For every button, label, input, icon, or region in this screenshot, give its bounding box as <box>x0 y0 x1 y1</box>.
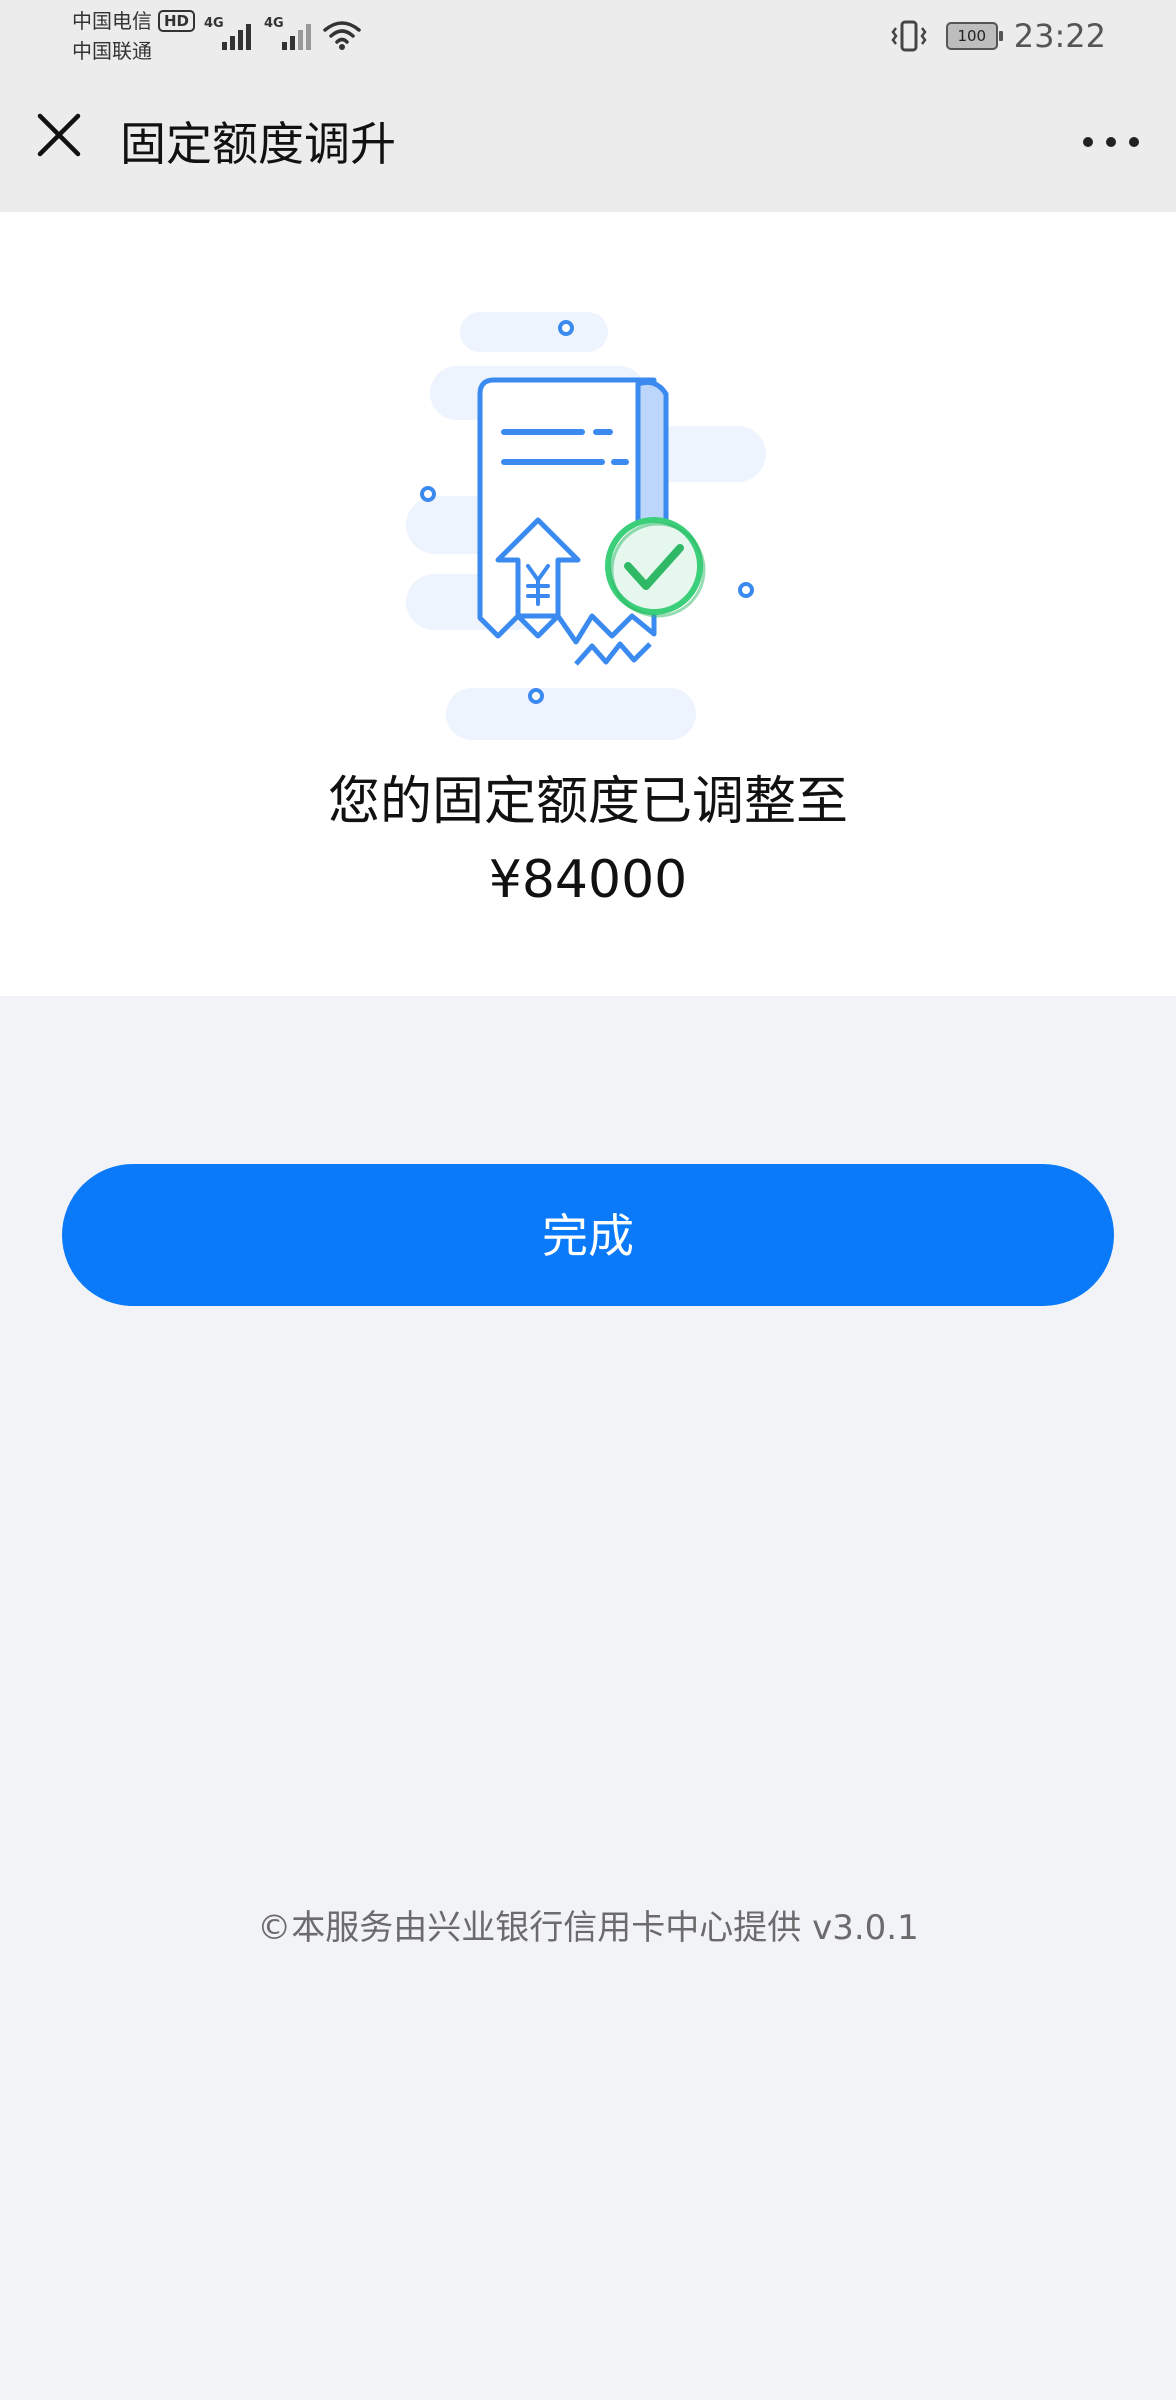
receipt-success-illustration <box>406 312 766 740</box>
result-message: 您的固定额度已调整至 <box>327 772 848 832</box>
battery-icon: 100 <box>945 22 1003 50</box>
result-amount: ¥84000 <box>488 850 688 910</box>
nav-bar: 固定额度调升 <box>0 72 1176 212</box>
result-card: 您的固定额度已调整至 ¥84000 <box>0 212 1176 996</box>
carrier-2-label: 中国联通 <box>72 39 152 63</box>
page-title: 固定额度调升 <box>120 117 396 171</box>
hd-badge: HD <box>158 10 196 32</box>
footer-text: ©本服务由兴业银行信用卡中心提供 v3.0.1 <box>257 1908 919 1948</box>
status-right: 100 23:22 <box>890 14 1106 58</box>
wifi-icon <box>323 21 361 50</box>
status-time: 23:22 <box>1013 17 1106 55</box>
battery-level: 100 <box>957 27 987 45</box>
more-icon[interactable] <box>1076 114 1146 170</box>
carrier-info: 中国电信 HD 中国联通 <box>72 6 196 66</box>
done-button[interactable]: 完成 <box>62 1164 1114 1306</box>
status-bar: 中国电信 HD 中国联通 4G 4G 100 23:22 <box>0 0 1176 72</box>
close-icon[interactable] <box>30 106 88 164</box>
vibrate-icon <box>891 20 927 52</box>
carrier-1-label: 中国电信 <box>72 9 152 33</box>
